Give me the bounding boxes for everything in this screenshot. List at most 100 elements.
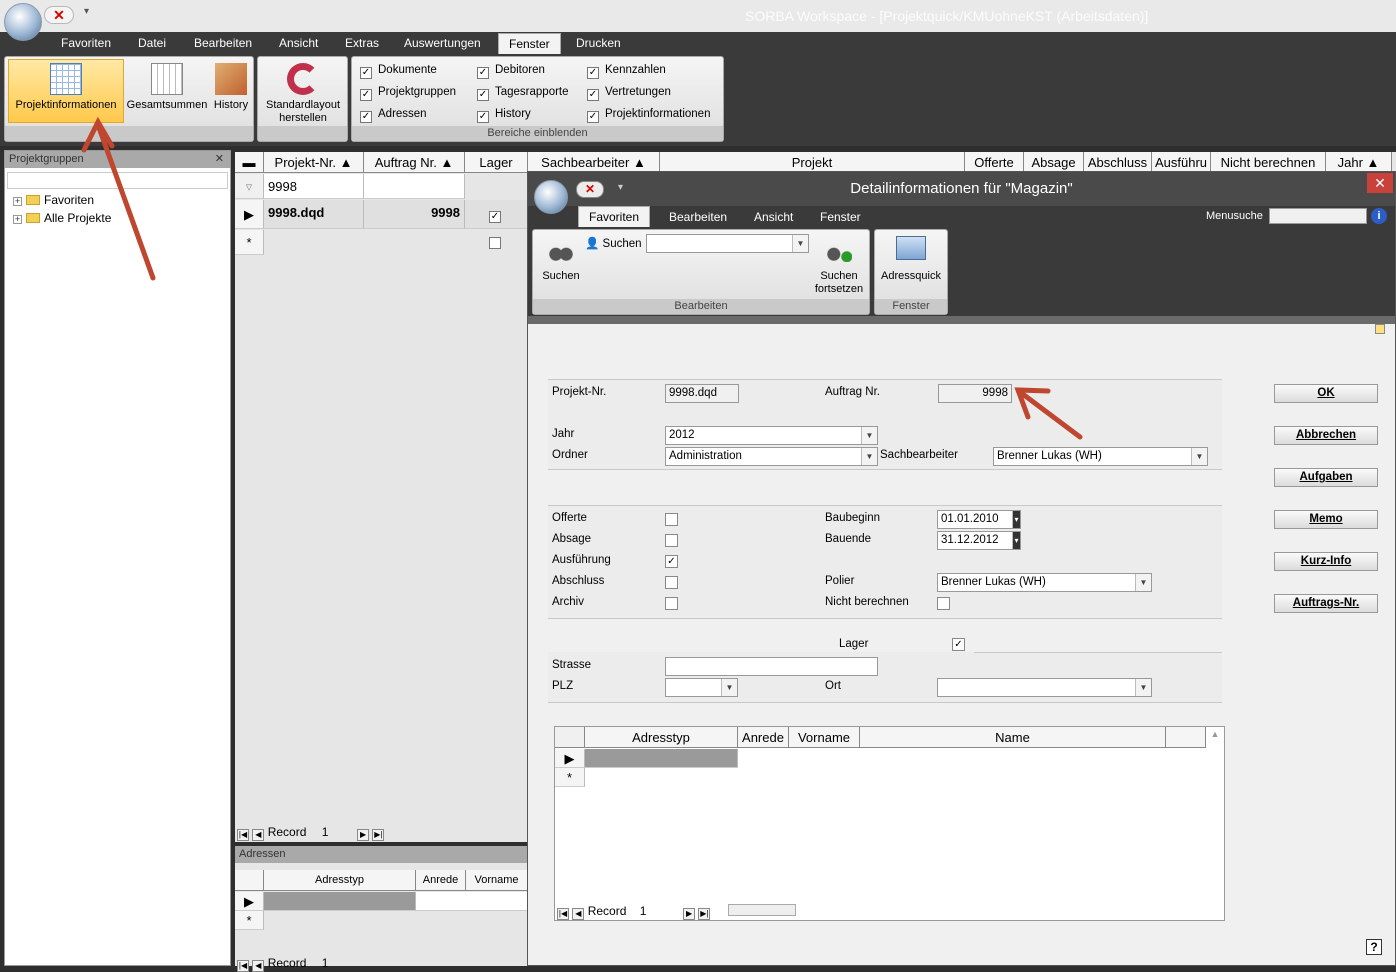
standardlayout-button[interactable]: Standardlayout herstellen [260, 59, 346, 125]
check-dokumente[interactable]: ✓ Dokumente [360, 64, 437, 79]
dlg-tab-fenster[interactable]: Fenster [820, 210, 861, 224]
menusuche-input[interactable] [1269, 208, 1367, 224]
form-corner-icon[interactable] [1375, 324, 1385, 334]
adr-selected-cell[interactable] [264, 892, 416, 911]
dlg-col-adresstyp[interactable]: Adresstyp [585, 727, 738, 748]
col-offerte[interactable]: Offerte [965, 152, 1024, 173]
first-record-icon[interactable]: |◀ [237, 960, 249, 972]
polier-combo[interactable]: Brenner Lukas (WH) ▼ [937, 573, 1152, 592]
next-record-icon[interactable]: ▶ [357, 829, 370, 841]
date-picker-icon[interactable]: ▾ [1012, 511, 1020, 528]
dialog-close-button[interactable]: ✕ [1367, 173, 1393, 193]
record-input[interactable]: 1 [310, 823, 354, 841]
gesamtsummen-button[interactable]: Gesamtsummen [125, 59, 209, 112]
dlg-tab-ansicht[interactable]: Ansicht [754, 210, 793, 224]
ort-combo[interactable]: ▼ [937, 678, 1152, 697]
prev-record-icon[interactable]: ◀ [572, 908, 585, 920]
filter-icon[interactable]: ▿ [235, 174, 264, 199]
ausfuehrung-checkbox[interactable]: ✓ [665, 555, 678, 568]
panel-filter-input[interactable] [7, 172, 228, 189]
help-icon[interactable]: ? [1366, 939, 1382, 955]
row-selector-icon[interactable]: ▶ [235, 200, 264, 229]
check-adressen[interactable]: ✓ Adressen [360, 108, 427, 123]
adr-col-adresstyp[interactable]: Adresstyp [264, 870, 416, 891]
check-projektgruppen[interactable]: ✓ Projektgruppen [360, 86, 456, 101]
kurz-info-button[interactable]: Kurz-Info [1274, 552, 1378, 571]
memo-button[interactable]: Memo [1274, 510, 1378, 529]
filter-projekt-nr[interactable]: 9998 [264, 174, 364, 199]
col-sachbearbeiter[interactable]: Sachbearbeiter ▲ [528, 152, 660, 173]
tab-favoriten[interactable]: Favoriten [61, 36, 111, 50]
col-lager[interactable]: Lager [465, 152, 528, 173]
archiv-checkbox[interactable] [665, 597, 678, 610]
bauende-field[interactable]: 31.12.2012 ▾ [937, 531, 1021, 550]
ok-button[interactable]: OK [1274, 384, 1378, 403]
tab-extras[interactable]: Extras [345, 36, 379, 50]
sachbearbeiter-combo[interactable]: Brenner Lukas (WH) ▼ [993, 447, 1208, 466]
dlg-tab-bearbeiten[interactable]: Bearbeiten [669, 210, 727, 224]
auftrags-nr-button[interactable]: Auftrags-Nr. [1274, 594, 1378, 613]
check-history[interactable]: ✓ History [477, 108, 531, 123]
baubeginn-field[interactable]: 01.01.2010 ▾ [937, 510, 1021, 529]
tab-datei[interactable]: Datei [138, 36, 166, 50]
abbrechen-button[interactable]: Abbrechen [1274, 426, 1378, 445]
strasse-field[interactable] [665, 657, 878, 676]
col-nicht-berechnen[interactable]: Nicht berechnen [1211, 152, 1326, 173]
date-picker-icon[interactable]: ▾ [1012, 532, 1020, 549]
nicht-berechnen-checkbox[interactable] [937, 597, 950, 610]
quick-access-close-icon[interactable]: ✕ [44, 6, 74, 24]
chevron-down-icon[interactable]: ▼ [861, 427, 877, 444]
dialog-qat-dropdown-icon[interactable]: ▾ [618, 182, 623, 193]
aufgaben-button[interactable]: Aufgaben [1274, 468, 1378, 487]
checkbox-checked-icon[interactable]: ✓ [489, 211, 501, 223]
suchen-combo[interactable]: ▼ [646, 234, 809, 253]
absage-checkbox[interactable] [665, 534, 678, 547]
check-projektinformationen[interactable]: ✓ Projektinformationen [587, 108, 710, 123]
prev-record-icon[interactable]: ◀ [252, 960, 265, 972]
col-projekt-nr[interactable]: Projekt-Nr. ▲ [264, 152, 364, 173]
chevron-down-icon[interactable]: ▼ [721, 679, 737, 696]
jahr-combo[interactable]: 2012 ▼ [665, 426, 878, 445]
chevron-down-icon[interactable]: ▼ [1191, 448, 1207, 465]
dlg-addr-selected-cell[interactable] [585, 749, 738, 768]
quick-access-dropdown-icon[interactable]: ▾ [84, 6, 89, 17]
col-jahr[interactable]: Jahr ▲ [1326, 152, 1392, 173]
tree-item-alle-projekte[interactable]: + Alle Projekte [13, 211, 111, 225]
horizontal-scrollbar[interactable] [727, 904, 796, 916]
ordner-combo[interactable]: Administration ▼ [665, 447, 878, 466]
cell-projekt-nr[interactable]: 9998.dqd [264, 200, 364, 229]
tab-bearbeiten[interactable]: Bearbeiten [194, 36, 252, 50]
lager-checkbox[interactable]: ✓ [952, 638, 965, 651]
chevron-down-icon[interactable]: ▼ [1135, 574, 1151, 591]
auftrag-nr-field[interactable]: 9998 [938, 384, 1012, 403]
projektinformationen-button[interactable]: Projektinformationen [8, 59, 124, 123]
tree-item-favoriten[interactable]: + Favoriten [13, 193, 94, 207]
cell-lager[interactable]: ✓ [465, 200, 528, 229]
dialog-menu-orb-icon[interactable] [534, 180, 568, 214]
record-input[interactable]: 1 [310, 954, 354, 972]
chevron-down-icon[interactable]: ▼ [861, 448, 877, 465]
dlg-col-name[interactable]: Name [860, 727, 1166, 748]
last-record-icon[interactable]: ▶| [698, 908, 711, 920]
suchen-button[interactable]: Suchen [536, 236, 586, 283]
next-record-icon[interactable]: ▶ [683, 908, 696, 920]
projekt-nr-field[interactable]: 9998.dqd [665, 384, 739, 403]
abschluss-checkbox[interactable] [665, 576, 678, 589]
suchen-small-button[interactable]: 👤 Suchen [585, 236, 642, 250]
expand-icon[interactable]: + [13, 197, 22, 206]
chevron-down-icon[interactable]: ▼ [1135, 679, 1151, 696]
expand-icon[interactable]: + [13, 215, 22, 224]
adr-col-vorname[interactable]: Vorname [466, 870, 528, 891]
offerte-checkbox[interactable] [665, 513, 678, 526]
check-vertretungen[interactable]: ✓ Vertretungen [587, 86, 671, 101]
dlg-col-vorname[interactable]: Vorname [789, 727, 860, 748]
check-debitoren[interactable]: ✓ Debitoren [477, 64, 545, 79]
col-absage[interactable]: Absage [1024, 152, 1084, 173]
adr-col-anrede[interactable]: Anrede [416, 870, 466, 891]
tab-auswertungen[interactable]: Auswertungen [404, 36, 481, 50]
adressquick-button[interactable]: Adressquick [878, 236, 944, 283]
chevron-down-icon[interactable]: ▼ [792, 235, 808, 252]
col-projekt[interactable]: Projekt [660, 152, 965, 173]
checkbox-icon[interactable] [489, 237, 501, 249]
record-input[interactable]: 1 [630, 902, 680, 920]
